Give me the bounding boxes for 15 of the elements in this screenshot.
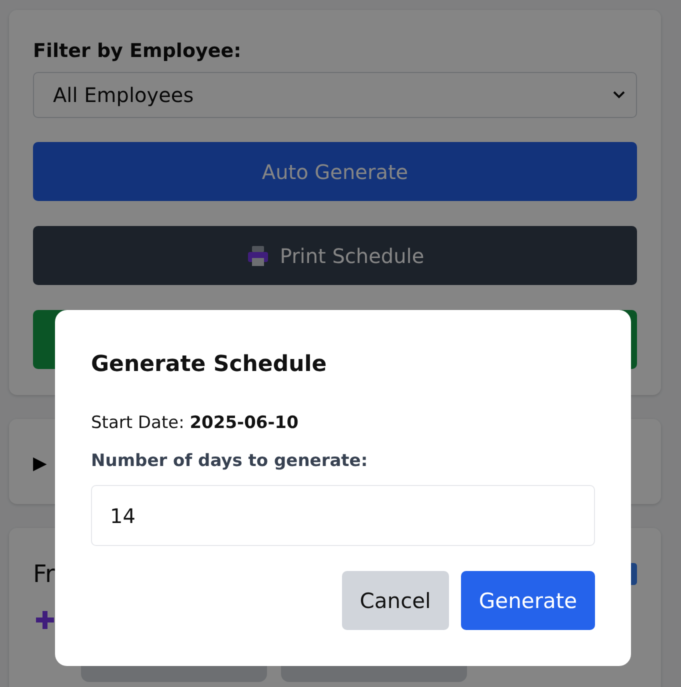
generate-button[interactable]: Generate (460, 571, 595, 630)
dialog-title: Generate Schedule (91, 352, 328, 377)
employee-select[interactable]: All Employees (33, 72, 637, 118)
printer-icon (246, 244, 270, 268)
section-title: Fr (33, 560, 55, 588)
generate-button[interactable]: Auto Generate (33, 142, 637, 201)
days-label: Number of days to generate: (91, 451, 369, 471)
print-button[interactable]: Print Schedule (33, 226, 637, 285)
expand-toggle[interactable]: ▶ (33, 453, 47, 474)
days-input[interactable]: 14 (91, 485, 595, 546)
filter-label: Filter by Employee: (33, 40, 242, 62)
plus-icon[interactable] (33, 608, 57, 632)
cancel-button[interactable]: Cancel (342, 571, 449, 630)
chevron-down-icon (612, 90, 626, 100)
start-date-text: Start Date: 2025-06-10 (91, 413, 300, 433)
